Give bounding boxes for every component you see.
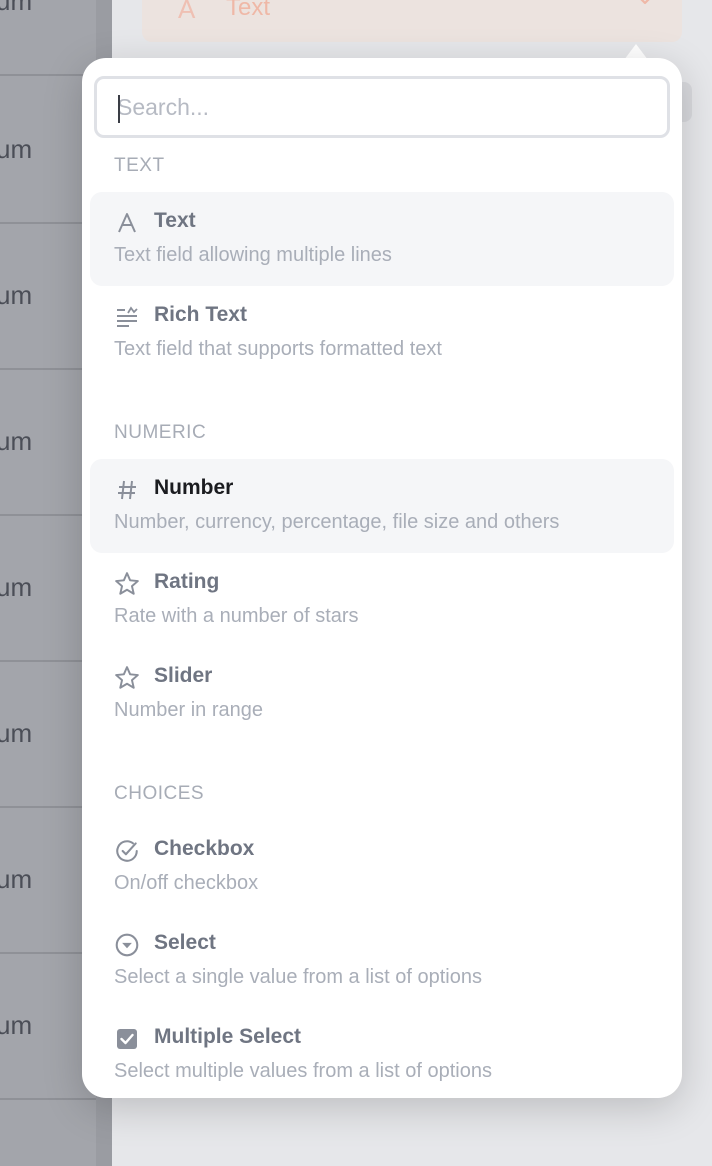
option-rating[interactable]: Rating Rate with a number of stars: [90, 553, 674, 647]
section-header-numeric: NUMERIC: [114, 422, 207, 443]
field-type-select[interactable]: A Text: [142, 0, 682, 42]
option-title: Number: [154, 476, 234, 499]
check-circle-icon: [114, 838, 140, 864]
table-cell: um: [0, 1010, 33, 1040]
table-row: um: [0, 0, 96, 76]
field-type-label: Text: [226, 0, 271, 21]
option-title: Text: [154, 209, 196, 232]
option-title: Rating: [154, 570, 220, 593]
option-description: Number in range: [114, 699, 263, 721]
rich-text-icon: [114, 304, 140, 330]
option-description: Text field that supports formatted text: [114, 338, 442, 360]
star-icon: [114, 665, 140, 691]
option-title: Select: [154, 931, 216, 954]
option-description: Text field allowing multiple lines: [114, 244, 392, 266]
option-checkbox[interactable]: Checkbox On/off checkbox: [90, 820, 674, 914]
table-cell: um: [0, 134, 33, 164]
option-title: Rich Text: [154, 303, 247, 326]
option-slider[interactable]: Slider Number in range: [90, 647, 674, 741]
star-icon: [114, 571, 140, 597]
table-cell: um: [0, 718, 33, 748]
chevron-circle-icon: [114, 932, 140, 958]
option-description: Rate with a number of stars: [114, 605, 359, 627]
chevron-down-icon: [640, 0, 650, 5]
letter-a-icon: [114, 210, 140, 236]
option-description: Number, currency, percentage, file size …: [114, 511, 560, 533]
text-cursor: [118, 95, 120, 123]
option-title: Checkbox: [154, 837, 255, 860]
search-input[interactable]: [97, 79, 667, 135]
field-type-dropdown: TEXT Text Text field allowing multiple l…: [82, 58, 682, 1098]
option-description: On/off checkbox: [114, 872, 259, 894]
section-header-text: TEXT: [114, 155, 165, 176]
option-text[interactable]: Text Text field allowing multiple lines: [90, 192, 674, 286]
table-cell: um: [0, 864, 33, 894]
option-rich-text[interactable]: Rich Text Text field that supports forma…: [90, 286, 674, 380]
option-title: Multiple Select: [154, 1025, 302, 1048]
search-box: [94, 76, 670, 138]
option-title: Slider: [154, 664, 213, 687]
section-header-choices: CHOICES: [114, 783, 205, 804]
table-cell: um: [0, 426, 33, 456]
option-description: Select a single value from a list of opt…: [114, 966, 482, 988]
checked-box-icon: [114, 1026, 140, 1052]
hash-icon: [114, 477, 140, 503]
table-cell: um: [0, 0, 33, 16]
letter-a-icon: A: [178, 0, 196, 24]
option-select[interactable]: Select Select a single value from a list…: [90, 914, 674, 1008]
option-description: Select multiple values from a list of op…: [114, 1060, 492, 1082]
option-number[interactable]: Number Number, currency, percentage, fil…: [90, 459, 674, 553]
table-cell: um: [0, 280, 33, 310]
option-multiple-select[interactable]: Multiple Select Select multiple values f…: [90, 1008, 674, 1098]
table-cell: um: [0, 572, 33, 602]
